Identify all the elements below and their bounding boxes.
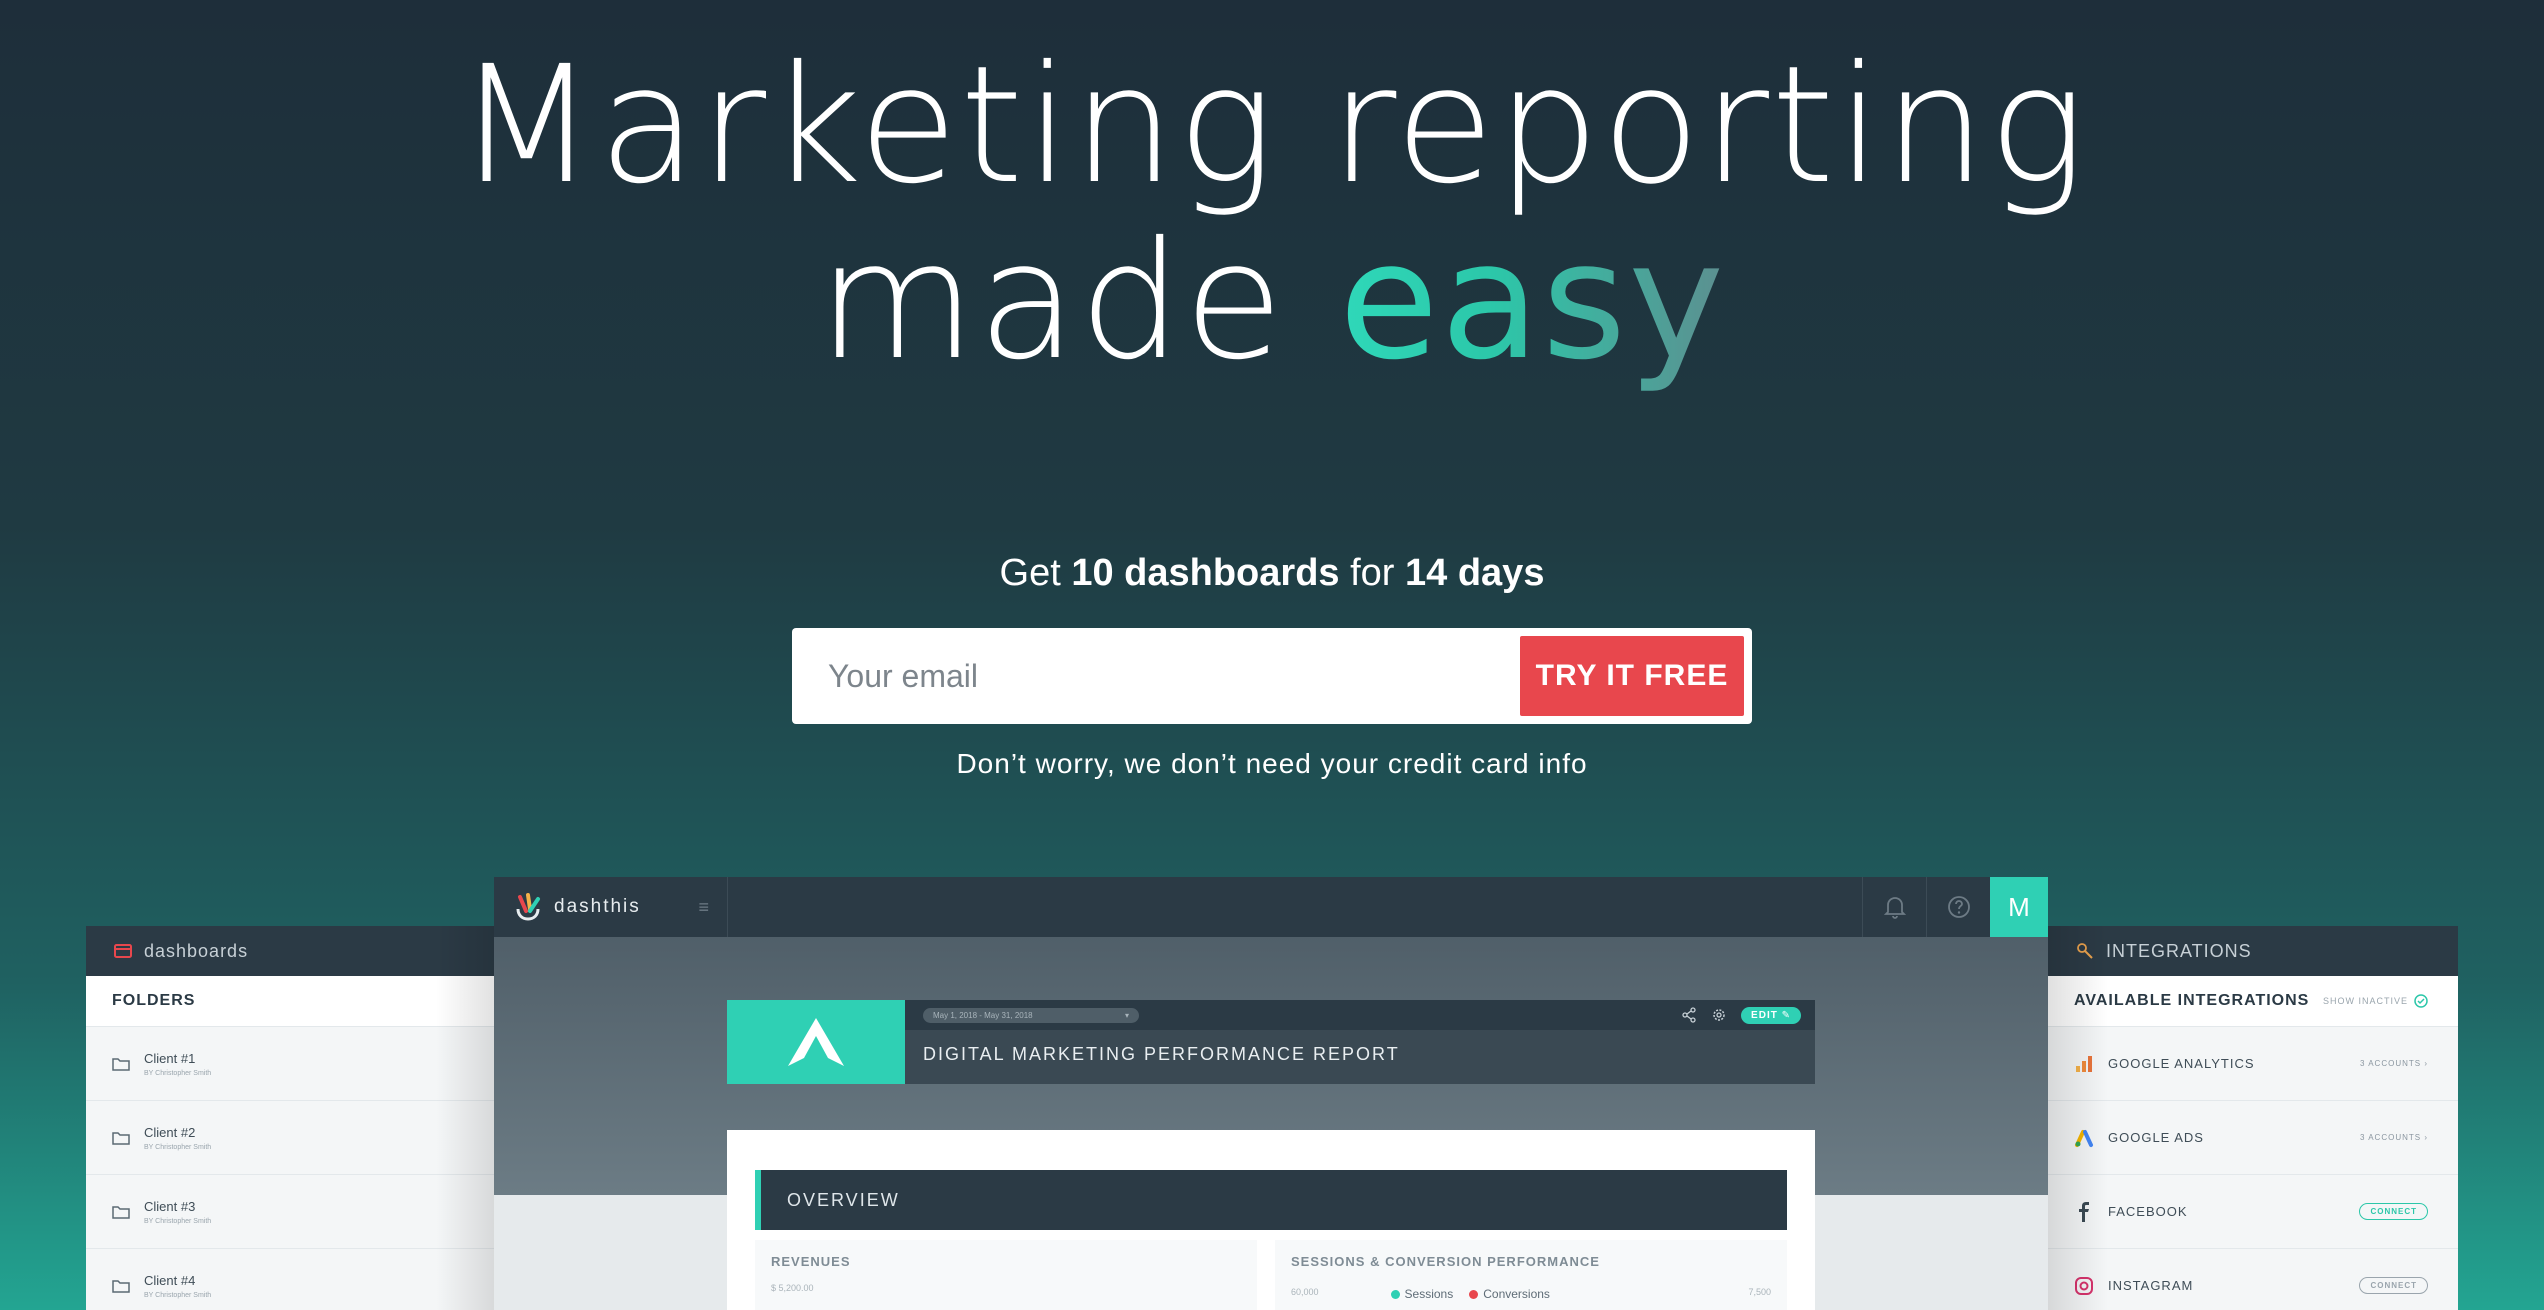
- hero-line-1: Marketing reporting: [456, 32, 2088, 220]
- dashthis-logo-icon: [516, 893, 540, 921]
- integrations-panel: INTEGRATIONS AVAILABLE INTEGRATIONS SHOW…: [2048, 926, 2458, 1310]
- bell-icon: [1883, 897, 1906, 919]
- hero-title: Marketing reporting made easy: [0, 38, 2544, 390]
- try-it-free-button[interactable]: TRY IT FREE: [1520, 636, 1744, 716]
- report-header: May 1, 2018 - May 31, 2018 ▾ EDIT ✎ DIGI…: [727, 1000, 1815, 1084]
- client-logo-icon: [788, 1018, 844, 1066]
- connect-button[interactable]: CONNECT: [2359, 1277, 2428, 1294]
- folder-owner: BY Christopher Smith: [144, 1143, 212, 1151]
- brand: dashthis ≡: [494, 877, 728, 937]
- report-tools: EDIT ✎: [1681, 1006, 1801, 1024]
- offer-count: 10 dashboards: [1071, 552, 1340, 594]
- available-integrations-heading: AVAILABLE INTEGRATIONS SHOW INACTIVE: [2048, 976, 2458, 1026]
- help-icon: [1947, 896, 1970, 918]
- dashboards-panel-header: dashboards: [86, 926, 496, 976]
- offer-prefix: Get: [999, 552, 1072, 594]
- gear-icon[interactable]: [1711, 1007, 1727, 1023]
- dashboards-panel: dashboards FOLDERS Client #1 BY Christoph…: [86, 926, 496, 1310]
- folder-icon: [112, 1131, 130, 1145]
- credit-card-disclaimer: Don’t worry, we don’t need your credit c…: [956, 748, 1588, 779]
- wrench-icon: [2077, 943, 2093, 959]
- edit-button[interactable]: EDIT ✎: [1741, 1006, 1801, 1024]
- folder-owner: BY Christopher Smith: [144, 1069, 212, 1077]
- facebook-icon: [2079, 1201, 2089, 1222]
- folder-item[interactable]: Client #1 BY Christopher Smith: [86, 1026, 496, 1100]
- integration-name: GOOGLE ADS: [2108, 1130, 2204, 1145]
- check-circle-icon: [2414, 994, 2428, 1008]
- chart-legend: Sessions Conversions: [1390, 1287, 1550, 1301]
- widget-title: REVENUES: [771, 1254, 851, 1269]
- folder-icon: [112, 1279, 130, 1293]
- folder-name: Client #3: [144, 1198, 196, 1214]
- folder-icon: [112, 1205, 130, 1219]
- report-info: May 1, 2018 - May 31, 2018 ▾ EDIT ✎ DIGI…: [905, 1000, 1815, 1084]
- top-bar-actions: M: [1862, 877, 2048, 937]
- dashboard-icon: [114, 944, 132, 958]
- widget-title: SESSIONS & CONVERSION PERFORMANCE: [1291, 1254, 1600, 1269]
- integration-item[interactable]: INSTAGRAM CONNECT: [2048, 1248, 2458, 1310]
- integration-item[interactable]: FACEBOOK CONNECT: [2048, 1174, 2458, 1248]
- notifications-button[interactable]: [1862, 877, 1926, 937]
- signup-form: TRY IT FREE: [792, 628, 1752, 724]
- revenues-widget: REVENUES $ 5,200.00: [755, 1240, 1257, 1310]
- integration-name: INSTAGRAM: [2108, 1278, 2194, 1293]
- report-toolbar: May 1, 2018 - May 31, 2018 ▾ EDIT ✎: [905, 1000, 1815, 1030]
- folder-name: Client #1: [144, 1050, 196, 1066]
- google-ads-icon: [2075, 1129, 2093, 1147]
- offer-middle: for: [1339, 552, 1406, 594]
- folder-name: Client #2: [144, 1124, 196, 1140]
- integration-accounts[interactable]: 3 ACCOUNTS ›: [2360, 1059, 2428, 1068]
- revenues-axis-label: $ 5,200.00: [771, 1283, 814, 1293]
- hero-accent-word: easy: [1338, 208, 1727, 396]
- folder-owner: BY Christopher Smith: [144, 1291, 212, 1299]
- caret-down-icon: ▾: [1124, 1010, 1129, 1020]
- sessions-widget: SESSIONS & CONVERSION PERFORMANCE 60,000…: [1275, 1240, 1787, 1310]
- share-icon[interactable]: [1681, 1007, 1697, 1023]
- report-title: DIGITAL MARKETING PERFORMANCE REPORT: [923, 1044, 1400, 1064]
- brand-name: dashthis: [554, 896, 641, 917]
- offer-days: 14 days: [1405, 552, 1545, 594]
- report-client-logo: [727, 1000, 905, 1084]
- email-input[interactable]: [800, 636, 1520, 716]
- date-range: May 1, 2018 - May 31, 2018: [933, 1010, 1033, 1020]
- date-range-picker[interactable]: May 1, 2018 - May 31, 2018 ▾: [923, 1007, 1139, 1023]
- legend-sessions: Sessions: [1390, 1287, 1453, 1301]
- folder-item[interactable]: Client #4 BY Christopher Smith: [86, 1248, 496, 1310]
- right-axis-label: 7,500: [1748, 1287, 1771, 1297]
- folder-item[interactable]: Client #3 BY Christopher Smith: [86, 1174, 496, 1248]
- report-sheet: OVERVIEW REVENUES $ 5,200.00 SESSIONS & …: [727, 1130, 1815, 1310]
- integration-accounts[interactable]: 3 ACCOUNTS ›: [2360, 1133, 2428, 1142]
- dashboards-panel-title: dashboards: [144, 940, 249, 961]
- folder-item[interactable]: Client #2 BY Christopher Smith: [86, 1100, 496, 1174]
- hero-line-2-prefix: made: [817, 208, 1339, 396]
- folder-owner: BY Christopher Smith: [144, 1217, 212, 1225]
- legend-conversions: Conversions: [1469, 1287, 1550, 1301]
- integrations-panel-header: INTEGRATIONS: [2048, 926, 2458, 976]
- sessions-axis-labels: 60,000 Sessions Conversions 7,500: [1291, 1283, 1771, 1301]
- integration-name: GOOGLE ANALYTICS: [2108, 1056, 2255, 1071]
- instagram-icon: [2075, 1276, 2093, 1295]
- left-axis-label: 60,000: [1291, 1287, 1319, 1297]
- folder-name: Client #4: [144, 1272, 196, 1288]
- app-preview-window: dashthis ≡ M May 1, 2018 - May 31, 2018 …: [494, 877, 2048, 1310]
- integration-item[interactable]: GOOGLE ADS 3 ACCOUNTS ›: [2048, 1100, 2458, 1174]
- connect-button[interactable]: CONNECT: [2359, 1203, 2428, 1220]
- user-avatar[interactable]: M: [1990, 877, 2048, 937]
- menu-icon[interactable]: ≡: [698, 897, 727, 918]
- google-analytics-icon: [2076, 1055, 2092, 1072]
- overview-section-header: OVERVIEW: [755, 1170, 1787, 1230]
- integrations-panel-title: INTEGRATIONS: [2106, 940, 2252, 961]
- help-button[interactable]: [1926, 877, 1990, 937]
- integration-name: FACEBOOK: [2108, 1204, 2188, 1219]
- app-top-bar: dashthis ≡ M: [494, 877, 2048, 937]
- pencil-icon: ✎: [1781, 1009, 1791, 1021]
- show-inactive-toggle[interactable]: SHOW INACTIVE: [2323, 994, 2428, 1008]
- trial-offer: Get 10 dashboards for 14 days: [0, 552, 2544, 595]
- folders-heading: FOLDERS: [86, 976, 496, 1026]
- integration-item[interactable]: GOOGLE ANALYTICS 3 ACCOUNTS ›: [2048, 1026, 2458, 1100]
- folder-icon: [112, 1057, 130, 1071]
